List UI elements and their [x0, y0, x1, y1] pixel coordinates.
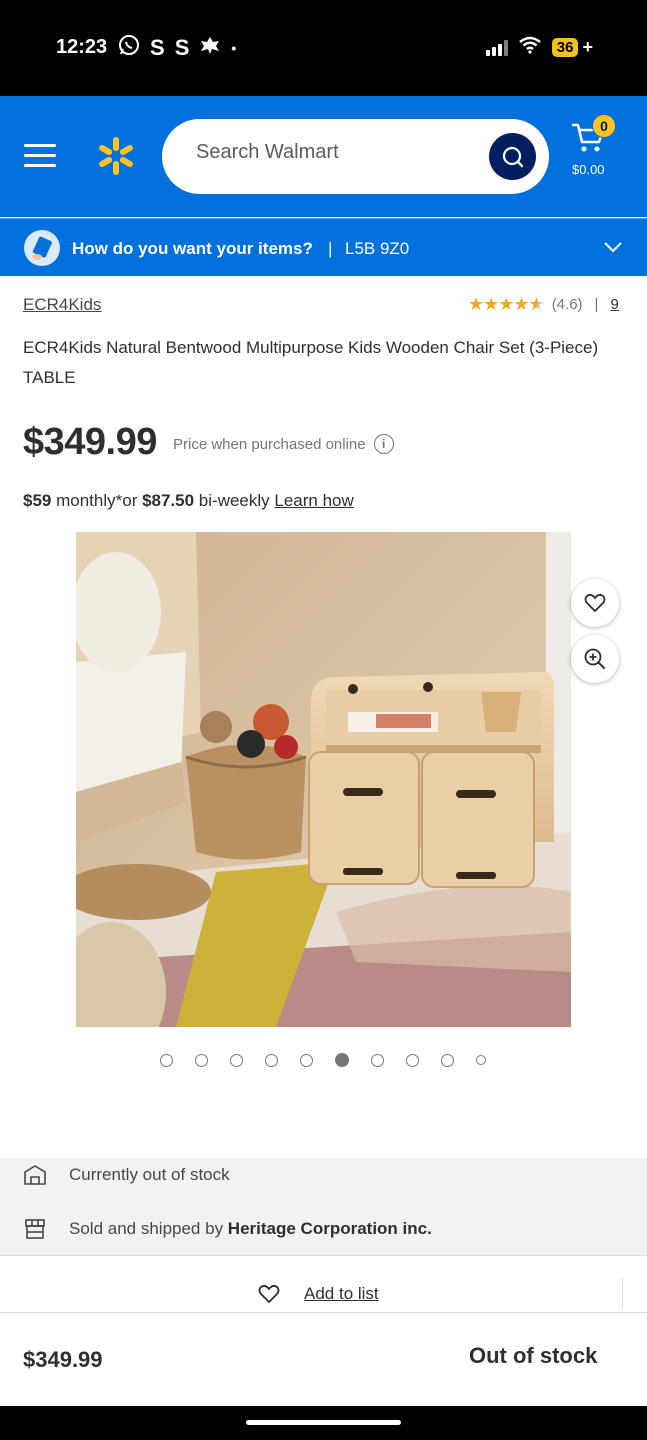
delivery-zip: L5B 9Z0 [345, 239, 410, 258]
monthly-text: monthly*or [51, 491, 143, 510]
gallery-dot-active[interactable] [335, 1053, 349, 1067]
add-to-list-button[interactable]: Add to list [258, 1284, 379, 1304]
brand-link[interactable]: ECR4Kids [23, 295, 101, 315]
rating-summary[interactable]: ★★★★★ (4.6) | 9 [468, 294, 619, 315]
star-rating-icon: ★★★★★ [468, 294, 545, 314]
site-header: 0 $0.00 [0, 96, 647, 217]
home-indicator-bar [0, 1406, 647, 1440]
biweekly-text: bi-weekly [194, 491, 275, 510]
gallery-dot[interactable] [406, 1053, 419, 1067]
cart-total: $0.00 [572, 162, 605, 177]
wifi-icon [518, 36, 542, 59]
product-title: ECR4Kids Natural Bentwood Multipurpose K… [23, 338, 599, 387]
out-of-stock-label: Out of stock [469, 1343, 598, 1368]
zoom-in-icon [584, 648, 605, 669]
notif-s-icon: S [174, 35, 190, 60]
add-to-list-label: Add to list [304, 1284, 379, 1303]
sticky-purchase-bar: $349.99 Out of stock [0, 1312, 647, 1406]
shop-icon [22, 1217, 48, 1241]
rating-separator: | [594, 296, 599, 313]
heart-icon [584, 593, 606, 613]
product-image[interactable] [76, 532, 571, 1027]
home-indicator[interactable] [246, 1420, 401, 1425]
rating-value: (4.6) [551, 296, 583, 313]
info-icon[interactable]: i [373, 434, 394, 454]
gallery-dot[interactable] [265, 1053, 278, 1067]
status-time: 12:23 [56, 36, 108, 58]
price-note: Price when purchased online i [173, 434, 394, 454]
gallery-dot[interactable] [300, 1053, 313, 1067]
whatsapp-icon [118, 34, 140, 62]
sticky-price: $349.99 [23, 1347, 103, 1372]
heart-icon [258, 1284, 280, 1304]
sold-by-text: Sold and shipped by Heritage Corporation… [69, 1219, 432, 1239]
gallery-dot[interactable] [371, 1053, 384, 1067]
gallery-dot[interactable] [441, 1053, 454, 1067]
seller-row: Sold and shipped by Heritage Corporation… [22, 1217, 432, 1241]
review-count-link[interactable]: 9 [610, 296, 618, 313]
delivery-selector[interactable]: How do you want your items? | L5B 9Z0 [0, 218, 647, 276]
seller-name[interactable]: Heritage Corporation inc. [228, 1219, 432, 1238]
financing-line: $59 monthly*or $87.50 bi-weekly Learn ho… [23, 491, 354, 511]
delivery-separator: | [328, 239, 333, 258]
search-icon [502, 146, 523, 167]
availability-box: Currently out of stock Sold and shipped … [0, 1158, 647, 1256]
favorite-button[interactable] [571, 579, 619, 627]
delivery-prompt: How do you want your items? [72, 239, 313, 258]
biweekly-amount: $87.50 [142, 491, 195, 510]
divider [622, 1278, 623, 1308]
gallery-pagination [160, 1053, 486, 1067]
notification-icons: S S • [118, 34, 236, 62]
charging-icon: + [582, 37, 593, 57]
signal-icon [485, 39, 508, 56]
monthly-amount: $59 [23, 491, 52, 510]
walmart-spark-logo[interactable] [96, 136, 136, 176]
search-bar [162, 119, 549, 194]
leaf-icon [199, 35, 221, 61]
dot-icon: • [231, 40, 237, 56]
product-price: $349.99 [23, 421, 157, 463]
delivery-intent-icon [24, 230, 60, 266]
search-button[interactable] [489, 133, 536, 180]
menu-icon[interactable] [24, 144, 56, 168]
chevron-down-icon [604, 242, 622, 253]
notif-s-icon: S [150, 35, 165, 60]
price-note-text: Price when purchased online [173, 435, 366, 453]
store-icon [22, 1163, 48, 1187]
gallery-dot[interactable] [160, 1053, 173, 1067]
stock-status: Currently out of stock [69, 1165, 230, 1184]
gallery-dot[interactable] [230, 1053, 243, 1067]
cart-button[interactable]: 0 $0.00 [568, 114, 628, 188]
system-icons: 36 + [485, 36, 593, 59]
status-bar: 12:23 S S • 36 + [0, 0, 647, 96]
gallery-dot[interactable] [476, 1055, 486, 1065]
cart-count-badge: 0 [592, 114, 616, 138]
product-photo [76, 532, 571, 1027]
gallery-dot[interactable] [195, 1053, 208, 1067]
learn-how-link[interactable]: Learn how [274, 491, 353, 510]
sold-by-prefix: Sold and shipped by [69, 1219, 228, 1238]
battery-indicator: 36 [551, 38, 579, 57]
zoom-button[interactable] [571, 635, 619, 683]
search-input[interactable] [196, 141, 476, 164]
stock-row: Currently out of stock [22, 1163, 230, 1187]
